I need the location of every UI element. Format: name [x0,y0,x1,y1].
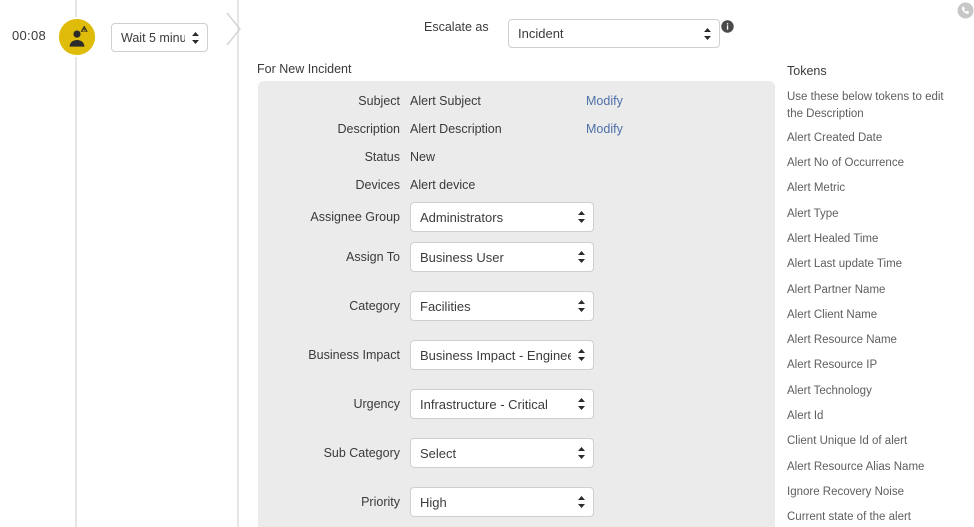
user-alert-icon[interactable] [59,19,95,55]
business-impact-select[interactable]: Business Impact - Engineering [410,340,594,370]
field-value: Alert Description [410,122,502,136]
token-item[interactable]: Client Unique Id of alert [787,435,967,447]
urgency-select[interactable]: Infrastructure - Critical [410,389,594,419]
field-label: Assignee Group [310,210,400,224]
tokens-panel-title: Tokens [787,64,827,78]
priority-value: High [420,494,447,510]
assign-to-select[interactable]: Business User [410,242,594,272]
stepper-arrows-icon [704,27,711,40]
token-item[interactable]: Alert Partner Name [787,284,967,296]
modify-description-link[interactable]: Modify [586,122,623,136]
token-item[interactable]: Alert Id [787,410,967,422]
business-impact-value: Business Impact - Engineering [420,347,571,363]
field-label: Category [349,299,400,313]
token-item[interactable]: Alert Healed Time [787,233,967,245]
assign-to-value: Business User [420,249,504,265]
category-value: Facilities [420,298,471,314]
field-label: Assign To [346,250,400,264]
wait-duration-value: Wait 5 minutes [121,30,185,45]
wait-duration-select[interactable]: Wait 5 minutes [111,23,208,52]
stepper-arrows-icon [578,349,585,361]
stepper-arrows-icon [192,31,199,44]
field-value: Alert device [410,178,476,192]
token-item[interactable]: Alert Metric [787,182,967,194]
token-item[interactable]: Alert No of Occurrence [787,157,967,169]
new-incident-form-panel: Subject Alert Subject Modify Description… [258,81,775,527]
stepper-arrows-icon [578,496,585,508]
sub-category-value: Select [420,445,457,461]
escalate-as-select[interactable]: Incident [508,19,720,48]
stepper-arrows-icon [578,300,585,312]
token-item[interactable]: Alert Technology [787,385,967,397]
field-label: Business Impact [308,348,400,362]
info-circle-icon[interactable] [721,20,734,33]
timeline-rail-primary [75,0,77,527]
priority-select[interactable]: High [410,487,594,517]
flow-chevron-icon [226,12,241,46]
token-item[interactable]: Alert Last update Time [787,258,967,270]
token-item[interactable]: Alert Resource Name [787,334,967,346]
assignee-group-value: Administrators [420,209,504,225]
field-value: New [410,150,436,164]
token-item[interactable]: Alert Resource Alias Name [787,461,967,473]
timeline-timecode: 00:08 [12,28,47,43]
phone-circle-icon[interactable] [957,2,974,19]
stepper-arrows-icon [578,211,585,223]
sub-category-select[interactable]: Select [410,438,594,468]
field-label: Subject [358,94,400,108]
field-label: Devices [355,178,400,192]
escalate-as-label: Escalate as [424,20,489,34]
stepper-arrows-icon [578,398,585,410]
token-item[interactable]: Alert Resource IP [787,359,967,371]
assignee-group-select[interactable]: Administrators [410,202,594,232]
token-item[interactable]: Current state of the alert [787,511,967,523]
token-item[interactable]: Alert Client Name [787,309,967,321]
section-title: For New Incident [257,62,352,76]
token-item[interactable]: Alert Created Date [787,132,967,144]
field-label: Description [337,122,400,136]
field-label: Priority [361,495,400,509]
category-select[interactable]: Facilities [410,291,594,321]
token-item[interactable]: Alert Type [787,208,967,220]
stepper-arrows-icon [578,447,585,459]
field-value: Alert Subject [410,94,481,108]
field-label: Urgency [353,397,400,411]
token-item[interactable]: Ignore Recovery Noise [787,486,967,498]
escalate-as-value: Incident [518,26,564,41]
modify-subject-link[interactable]: Modify [586,94,623,108]
field-label: Sub Category [323,446,400,460]
stepper-arrows-icon [578,251,585,263]
urgency-value: Infrastructure - Critical [420,396,548,412]
tokens-intro-text: Use these below tokens to edit the Descr… [787,91,944,120]
field-label: Status [364,150,400,164]
